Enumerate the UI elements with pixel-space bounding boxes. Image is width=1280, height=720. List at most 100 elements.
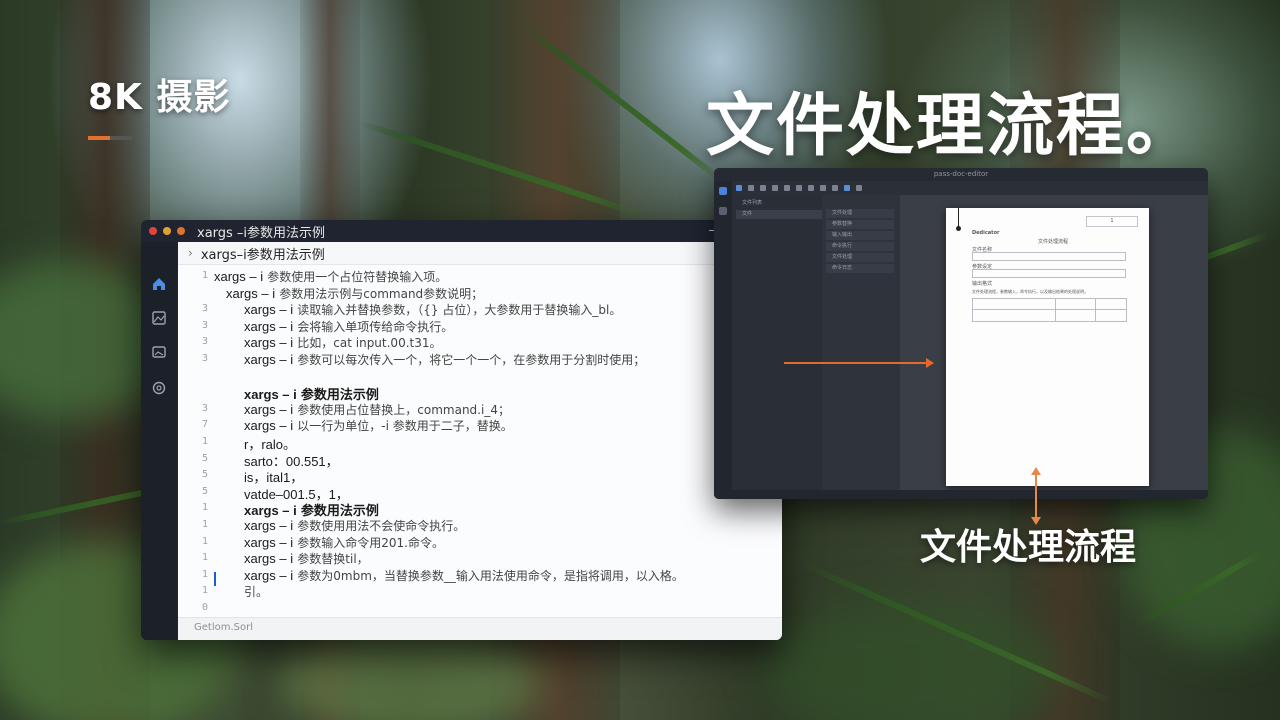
code-line: xargs – i 比如，cat input.00.t31。 — [244, 334, 442, 351]
page-dropdown[interactable]: 1 — [1086, 216, 1138, 227]
line-number: 1 — [201, 552, 208, 564]
page-table[interactable] — [972, 298, 1127, 322]
link-tool-icon[interactable] — [832, 185, 838, 191]
code-command: xargs – i — [244, 534, 294, 550]
code-command: xargs – i — [244, 318, 294, 334]
close-dot[interactable] — [149, 227, 157, 235]
code-line: xargs – i 参数使用用法不会使命令执行。 — [244, 517, 465, 534]
outline-panel-row[interactable]: 文件处理 — [826, 253, 894, 262]
image-icon[interactable] — [151, 310, 167, 326]
code-command: xargs – i — [244, 418, 294, 434]
code-text: 以一行为单位，-i 参数用于二子，替换。 — [297, 419, 513, 434]
minimize-dot[interactable] — [163, 227, 171, 235]
document-page[interactable]: Dedicator 文件处理流程 1 文件名称 参数设定 输出格式 文件处理流程… — [946, 208, 1149, 486]
terminal-titlebar: xargs –i参数用法示例 — ☐ ✕ — [141, 220, 782, 242]
page-pin-dot — [956, 226, 961, 231]
file-panel-row[interactable]: 文件列表 — [736, 199, 822, 208]
terminal-sidebar — [141, 242, 177, 640]
terminal-content: › xargs–i参数用法示例 1 xargs – i 参数使用一个占位符替换输入… — [178, 242, 782, 640]
line-number: 1 — [201, 519, 208, 530]
page-field-label: 输出格式 — [972, 281, 993, 287]
code-text: 引。 — [244, 585, 269, 600]
code-line: xargs – i 参数使用占位替换上，command.i_4； — [244, 401, 510, 418]
page-field-box[interactable] — [972, 269, 1126, 278]
terminal-title: xargs –i参数用法示例 — [197, 225, 326, 241]
code-line: xargs – i 读取输入并替换参数，（{} 占位），大参数用于替换输入_bl… — [244, 301, 621, 318]
outline-panel-row[interactable]: 命令日志 — [826, 264, 894, 273]
page-pin-marker — [958, 208, 959, 228]
text-cursor — [214, 572, 216, 586]
code-text: 参数为0mbm，当替换参数__输入用法使用命令，是指将调用，以入格。 — [297, 568, 684, 583]
status-bar: Getlom.Sorl — [178, 617, 782, 640]
path-text: xargs–i参数用法示例 — [200, 247, 325, 263]
code-command: xargs – i — [244, 567, 294, 583]
code-command: xargs – i — [244, 551, 294, 567]
table-divider — [1055, 299, 1056, 321]
line-number: 1 — [201, 568, 208, 580]
code-command: xargs – i — [226, 285, 276, 301]
layout-tool-icon[interactable] — [844, 185, 850, 191]
editor-footer — [714, 490, 1208, 499]
page-subheading: 文件处理流程 — [1038, 239, 1069, 245]
gallery-icon[interactable] — [151, 344, 167, 360]
editor-rail — [714, 181, 732, 499]
code-text: 参数使用一个占位符替换输入项。 — [267, 270, 448, 284]
code-text: 参数用法示例与command参数说明； — [279, 286, 484, 301]
zoom-dot[interactable] — [177, 227, 185, 235]
line-number: 3 — [201, 336, 208, 348]
line-number: 3 — [201, 319, 208, 331]
outline-panel-row[interactable]: 命令执行 — [826, 242, 894, 251]
status-text: Getlom.Sorl — [194, 622, 253, 633]
settings-icon[interactable] — [151, 380, 167, 396]
code-line: xargs – i 参数可以每次传入一个，将它一个一个，在参数用于分割时使用； — [244, 351, 645, 368]
line-number: 3 — [201, 353, 208, 364]
code-line: xargs – i 参数用法示例与command参数说明； — [226, 285, 483, 302]
file-icon[interactable] — [719, 187, 727, 195]
right-arrow — [784, 358, 934, 368]
code-text: 比如，cat input.00.t31。 — [297, 336, 442, 351]
line-number: 7 — [201, 419, 208, 431]
outline-panel-row[interactable]: 输入输出 — [826, 231, 894, 240]
line-number: 5 — [201, 485, 208, 497]
line-number: 5 — [201, 452, 208, 464]
code-text: 参数可以每次传入一个，将它一个一个，在参数用于分割时使用； — [297, 353, 646, 367]
code-command: xargs – i — [214, 269, 264, 284]
editor-file-panel: 文件列表 文件 — [732, 195, 822, 499]
code-text: 读取输入并替换参数，（{} 占位），大参数用于替换输入_bl。 — [297, 303, 622, 318]
line-number: 1 — [201, 436, 208, 447]
caption-label: 文件处理流程 — [920, 527, 1137, 568]
file-panel-row[interactable]: 文件 — [736, 210, 822, 219]
italic-tool-icon[interactable] — [772, 185, 778, 191]
bold-tool-icon[interactable] — [760, 185, 766, 191]
page-field-box[interactable] — [972, 252, 1126, 261]
line-number: 3 — [201, 303, 208, 315]
outline-panel-row[interactable]: 参数替换 — [826, 220, 894, 229]
line-number: 1 — [201, 535, 208, 547]
table-divider — [973, 309, 1126, 310]
home-icon[interactable] — [151, 276, 167, 292]
outline-panel-row[interactable]: 文件处理 — [826, 209, 894, 218]
code-line: xargs – i 参数输入命令用201.命令。 — [244, 534, 444, 551]
text-tool-icon[interactable] — [748, 185, 754, 191]
line-number: 1 — [201, 502, 208, 514]
align-tool-icon[interactable] — [784, 185, 790, 191]
code-command: xargs – i — [244, 401, 294, 417]
path-bar: › xargs–i参数用法示例 — [178, 242, 782, 265]
list-tool-icon[interactable] — [796, 185, 802, 191]
image-tool-icon[interactable] — [808, 185, 814, 191]
line-number: 3 — [201, 402, 208, 414]
code-line: xargs – i 参数替换til， — [244, 550, 369, 567]
code-area[interactable]: 1 xargs – i 参数使用一个占位符替换输入项。 xargs – i 参数用法… — [178, 268, 770, 614]
editor-title: pass-doc-editor — [933, 170, 989, 178]
code-command: xargs – i — [244, 518, 294, 533]
chevron-right-icon[interactable]: › — [188, 246, 193, 260]
code-line: xargs – i 会将输入单项传给命令执行。 — [244, 318, 453, 335]
document-editor-window: pass-doc-editor 文件列表 文件 文件处理 参数替换 输入输出 命令执行文… — [714, 168, 1208, 499]
line-number: 1 — [201, 585, 208, 597]
code-line: 引。 — [244, 583, 268, 600]
folder-icon[interactable] — [719, 207, 727, 215]
share-tool-icon[interactable] — [856, 185, 862, 191]
select-tool-icon[interactable] — [736, 185, 742, 191]
code-command: xargs – i — [244, 302, 294, 318]
table-tool-icon[interactable] — [820, 185, 826, 191]
